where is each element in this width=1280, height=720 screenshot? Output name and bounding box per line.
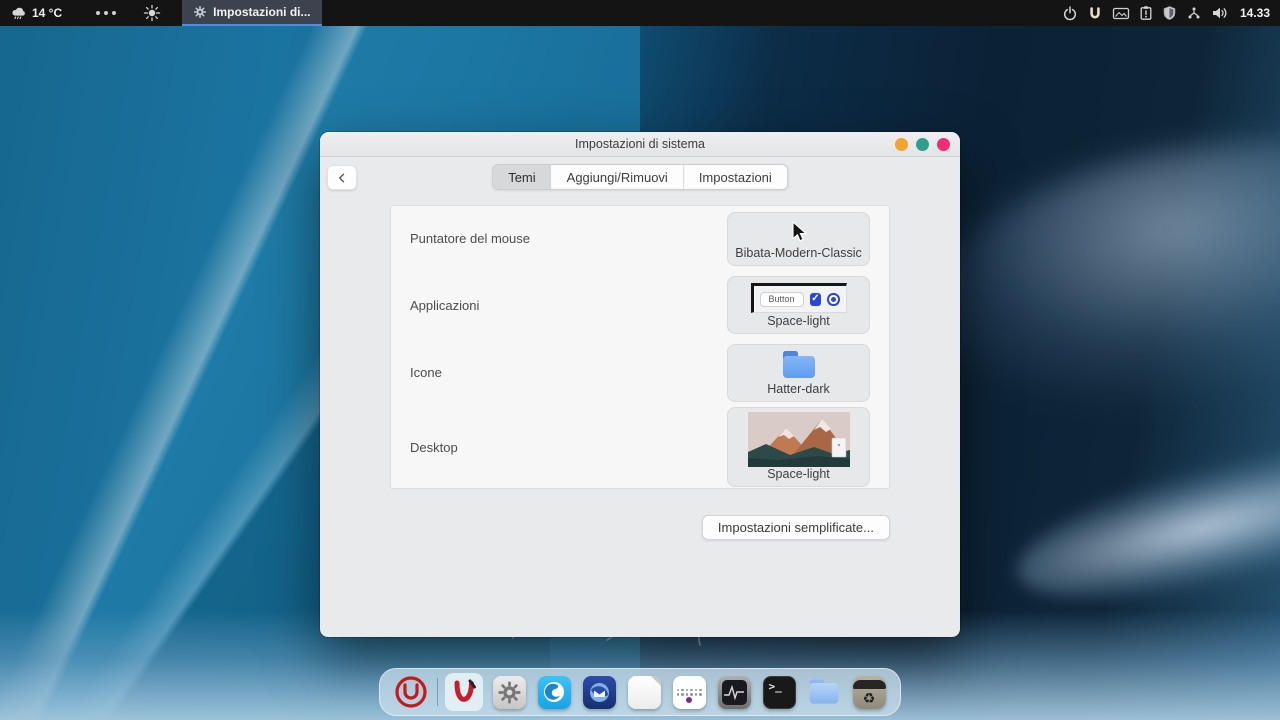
volume-icon[interactable]: [1211, 5, 1229, 21]
close-button[interactable]: [937, 138, 950, 151]
dock-red-editor[interactable]: [445, 673, 483, 711]
cursor-arrow-icon: [790, 221, 808, 243]
screenshot-icon[interactable]: [1112, 6, 1130, 21]
dock: >_ ♻: [379, 668, 901, 716]
back-button[interactable]: [327, 165, 357, 190]
network-nodes-icon[interactable]: [1186, 5, 1202, 21]
tab-temi[interactable]: Temi: [493, 165, 551, 189]
folder-icon: [807, 677, 841, 707]
desktop-theme-selector[interactable]: Space-light: [727, 407, 870, 487]
simplified-settings-button[interactable]: Impostazioni semplificate...: [702, 515, 890, 540]
shield-icon[interactable]: [1162, 5, 1177, 21]
dock-settings[interactable]: [490, 673, 528, 711]
gtk-theme-preview: Button ✓: [751, 283, 847, 313]
weather-widget[interactable]: 14 °C: [10, 5, 62, 21]
dock-thunderbird-mail[interactable]: [580, 673, 618, 711]
preview-radio: [827, 293, 839, 306]
red-u-pen-icon: [449, 677, 479, 707]
wallpaper-thumbnail: [748, 412, 850, 467]
row-label-desktop: Desktop: [410, 440, 458, 455]
taskbar-active-window-button[interactable]: Impostazioni di...: [182, 0, 321, 26]
dock-trash[interactable]: ♻: [850, 673, 888, 711]
dock-terminal[interactable]: >_: [760, 673, 798, 711]
dock-calendar[interactable]: [670, 673, 708, 711]
activity-graph-icon: [722, 680, 747, 705]
power-icon[interactable]: [1062, 5, 1078, 21]
brightness-icon[interactable]: [142, 4, 162, 22]
u-launcher-icon[interactable]: [1087, 5, 1103, 21]
weather-temp: 14 °C: [32, 6, 62, 20]
chevron-left-icon: [336, 172, 348, 184]
terminal-icon: >_: [763, 676, 796, 709]
clock[interactable]: 14.33: [1240, 6, 1270, 20]
applications-theme-value: Space-light: [767, 314, 830, 333]
preview-checkbox: ✓: [810, 293, 822, 306]
applications-theme-selector[interactable]: Button ✓ Space-light: [727, 276, 870, 334]
mouse-pointer-theme-selector[interactable]: Bibata-Modern-Classic: [727, 212, 870, 266]
trash-icon: ♻: [853, 676, 886, 709]
dock-browser[interactable]: [535, 673, 573, 711]
applications-row: Applicazioni Button ✓ Space-light: [391, 272, 889, 340]
tab-bar: Temi Aggiungi/Rimuovi Impostazioni: [492, 164, 788, 190]
themes-settings-card: Puntatore del mouse Bibata-Modern-Classi…: [390, 205, 890, 489]
mouse-pointer-row: Puntatore del mouse Bibata-Modern-Classi…: [391, 206, 889, 272]
window-title: Impostazioni di sistema: [575, 137, 705, 151]
dock-file-manager[interactable]: [805, 673, 843, 711]
thunderbird-icon: [587, 680, 612, 705]
taskbar-window-title: Impostazioni di...: [213, 5, 310, 19]
dock-text-editor[interactable]: [625, 673, 663, 711]
browser-globe-icon: [542, 680, 566, 704]
page-icon: [628, 676, 661, 709]
clipboard-alert-icon[interactable]: [1139, 5, 1153, 21]
ubuntudde-ring-u-icon: [393, 674, 429, 710]
tab-aggiungi-rimuovi[interactable]: Aggiungi/Rimuovi: [552, 165, 684, 189]
desktop-theme-value: Space-light: [767, 467, 830, 486]
mouse-pointer-theme-value: Bibata-Modern-Classic: [735, 246, 861, 265]
minimize-button[interactable]: [895, 138, 908, 151]
dock-separator: [437, 678, 438, 706]
gear-icon: [497, 680, 522, 705]
desktop-row: Desktop Space-light: [391, 407, 889, 488]
icons-theme-selector[interactable]: Hatter-dark: [727, 344, 870, 402]
weather-cloud-rain-icon: [10, 5, 27, 21]
menu-dots-icon[interactable]: [96, 11, 116, 15]
row-label-applications: Applicazioni: [410, 298, 479, 313]
gear-icon: [193, 5, 207, 19]
dock-system-monitor[interactable]: [715, 673, 753, 711]
calendar-icon: [673, 676, 706, 709]
icons-theme-value: Hatter-dark: [767, 382, 830, 401]
preview-button: Button: [760, 292, 804, 307]
settings-window: Impostazioni di sistema Temi Aggiungi/Ri…: [320, 132, 960, 637]
maximize-button[interactable]: [916, 138, 929, 151]
window-titlebar[interactable]: Impostazioni di sistema: [320, 132, 960, 157]
icons-row: Icone Hatter-dark: [391, 339, 889, 407]
top-panel: 14 °C Impostazioni di...: [0, 0, 1280, 26]
tab-impostazioni[interactable]: Impostazioni: [684, 165, 787, 189]
row-label-mouse-pointer: Puntatore del mouse: [410, 231, 530, 246]
folder-icon: [780, 349, 818, 381]
dock-ubuntudde-launcher[interactable]: [392, 673, 430, 711]
row-label-icons: Icone: [410, 365, 442, 380]
